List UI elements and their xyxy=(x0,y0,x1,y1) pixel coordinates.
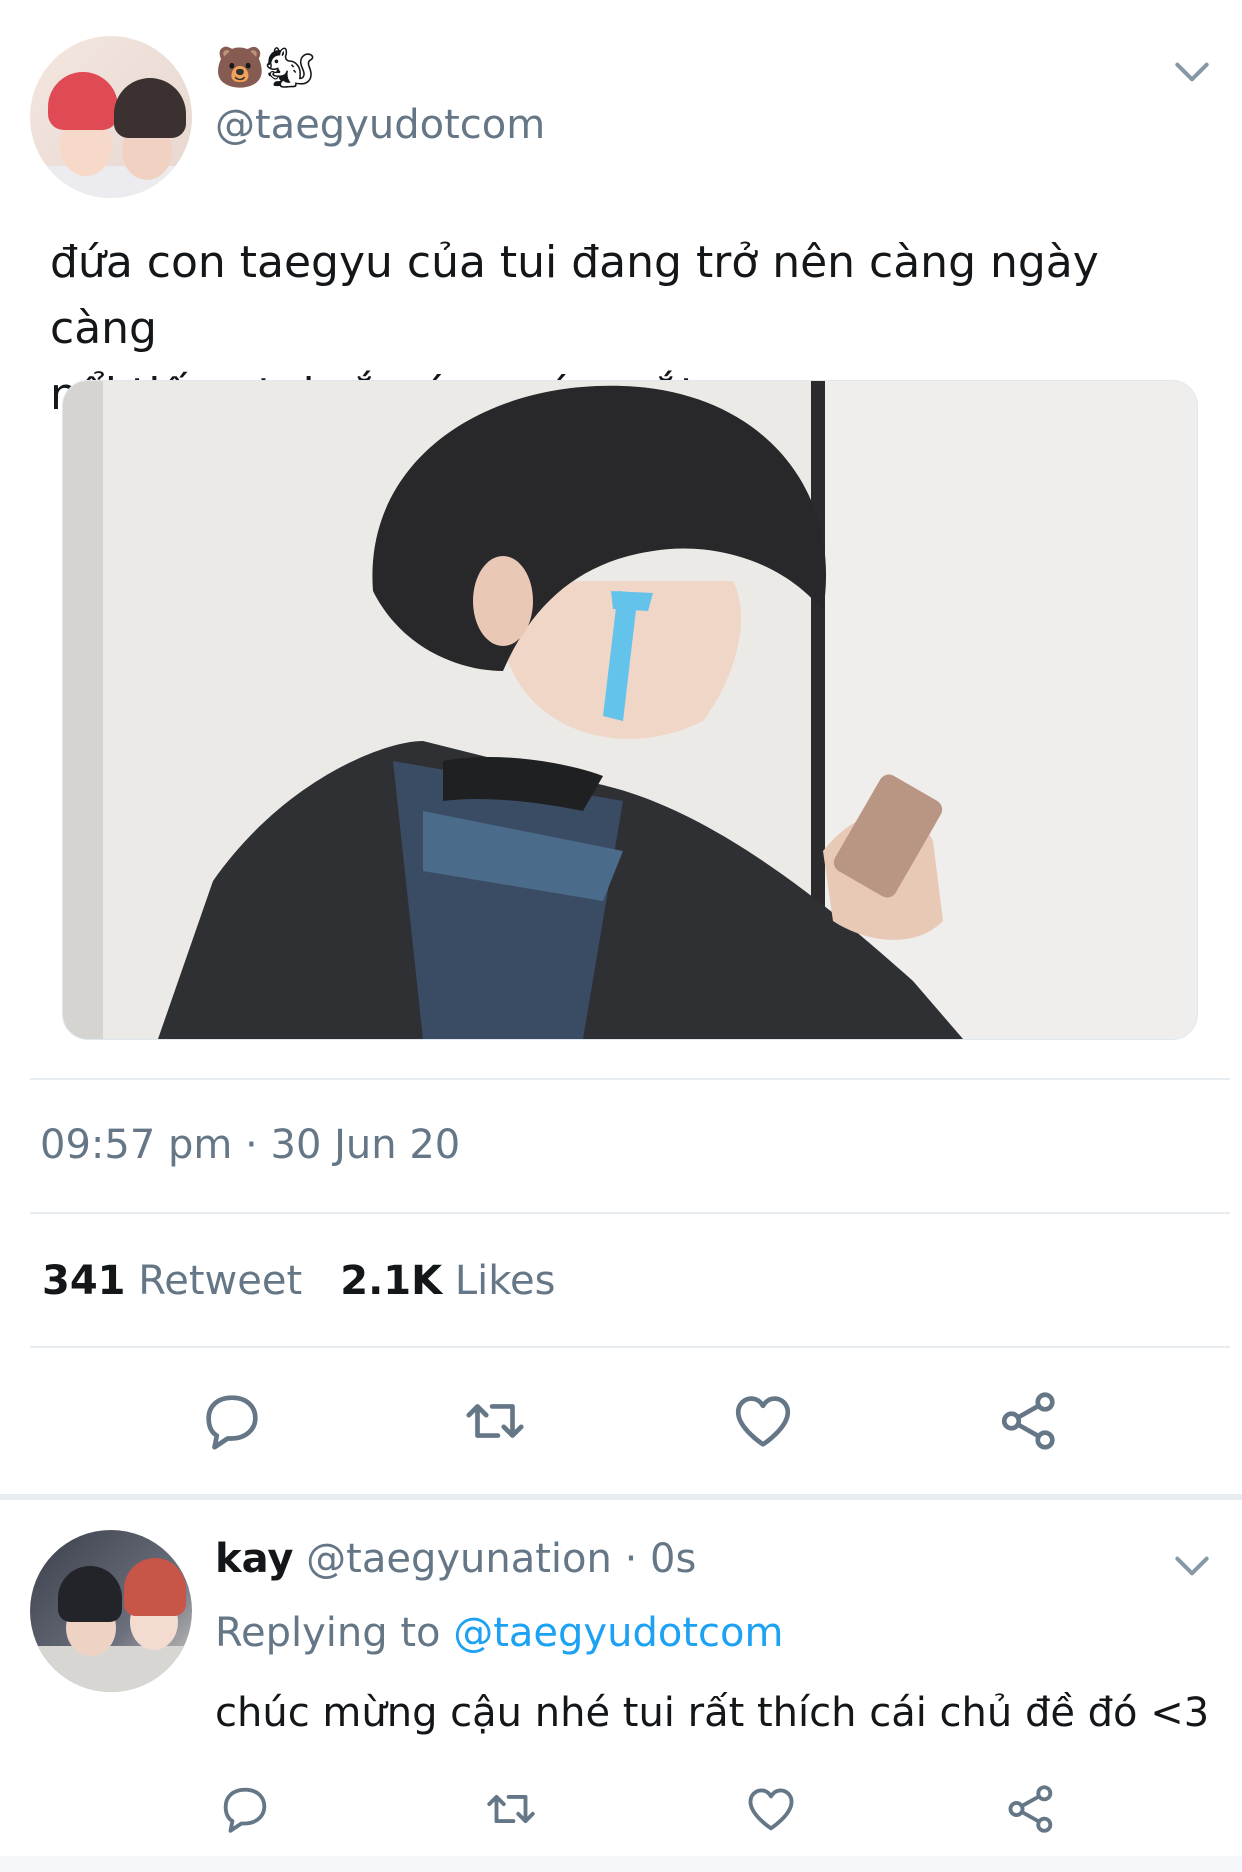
divider xyxy=(30,1212,1230,1214)
tweet-timestamp[interactable]: 09:57 pm · 30 Jun 20 xyxy=(40,1122,460,1168)
retweet-label[interactable]: Retweet xyxy=(138,1258,302,1304)
divider xyxy=(30,1346,1230,1348)
user-handle[interactable]: @taegyudotcom xyxy=(215,102,545,148)
tweet-stats: 341 Retweet 2.1K Likes xyxy=(42,1258,555,1304)
user-avatar[interactable] xyxy=(30,36,192,198)
section-divider xyxy=(0,1494,1242,1500)
chevron-down-icon[interactable] xyxy=(1170,50,1214,94)
avatar-blanket xyxy=(30,1646,192,1692)
replying-to-label: Replying to xyxy=(215,1610,441,1656)
reply-avatar[interactable] xyxy=(30,1530,192,1692)
retweet-count[interactable]: 341 xyxy=(42,1258,126,1304)
like-label[interactable]: Likes xyxy=(455,1258,556,1304)
avatar-hair xyxy=(124,1558,186,1616)
avatar-hair xyxy=(48,72,118,130)
reply-icon[interactable] xyxy=(216,1780,274,1838)
display-name[interactable]: 🐻🐿 xyxy=(215,48,316,88)
reply-handle-time[interactable]: @taegyunation · 0s xyxy=(306,1536,696,1582)
share-icon[interactable] xyxy=(994,1386,1064,1456)
tweet-photo[interactable] xyxy=(62,380,1198,1040)
avatar-hair xyxy=(114,78,186,138)
reply-icon[interactable] xyxy=(197,1386,267,1456)
chevron-down-icon[interactable] xyxy=(1170,1544,1214,1588)
bottom-divider xyxy=(0,1856,1242,1872)
share-icon[interactable] xyxy=(1002,1780,1060,1838)
tweet-text-line: đứa con taegyu của tui đang trở nên càng… xyxy=(50,237,1099,354)
reply-display-name[interactable]: kay xyxy=(215,1536,293,1582)
replying-to-link[interactable]: @taegyudotcom xyxy=(453,1610,783,1656)
like-icon[interactable] xyxy=(728,1386,798,1456)
reply-text: chúc mừng cậu nhé tui rất thích cái chủ … xyxy=(215,1690,1210,1736)
replying-to: Replying to @taegyudotcom xyxy=(215,1610,783,1656)
avatar-hair xyxy=(58,1566,122,1622)
like-count[interactable]: 2.1K xyxy=(340,1258,442,1304)
like-icon[interactable] xyxy=(742,1780,800,1838)
retweet-icon[interactable] xyxy=(460,1386,530,1456)
divider xyxy=(30,1078,1230,1080)
avatar-shirt xyxy=(30,166,192,198)
retweet-icon[interactable] xyxy=(482,1780,540,1838)
photo-illustration xyxy=(63,381,1197,1039)
reply-header: kay @taegyunation · 0s xyxy=(215,1536,696,1582)
